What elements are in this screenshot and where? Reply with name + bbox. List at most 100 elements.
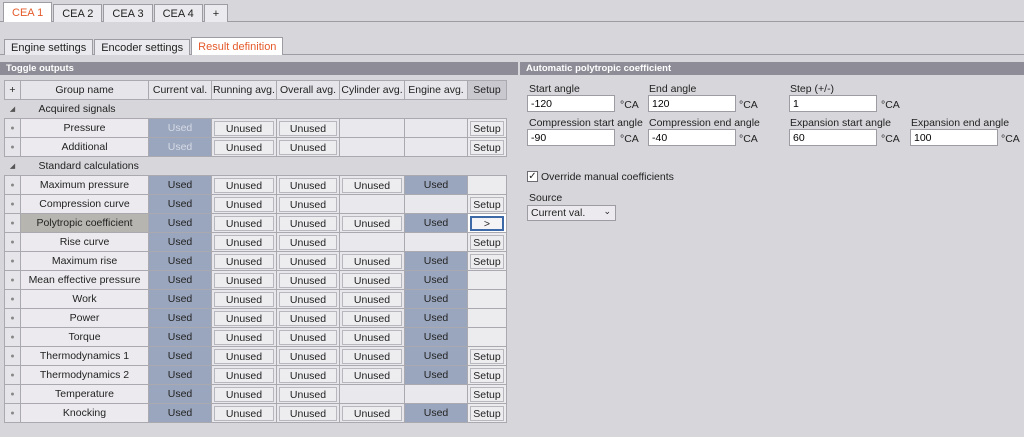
- group-name-cell[interactable]: Knocking: [20, 403, 149, 423]
- col-header-engine-avg[interactable]: Engine avg.: [404, 80, 468, 100]
- cell-current-val[interactable]: Used: [148, 118, 212, 138]
- step-input[interactable]: [789, 95, 877, 112]
- toggle-unused-button[interactable]: Unused: [214, 310, 274, 326]
- toggle-unused-button[interactable]: Unused: [214, 120, 274, 136]
- toggle-unused-button[interactable]: Unused: [214, 348, 274, 364]
- setup-button[interactable]: Setup: [470, 348, 504, 364]
- group-name-cell[interactable]: Maximum rise: [20, 251, 149, 271]
- toggle-unused-button[interactable]: Unused: [214, 196, 274, 212]
- row-handle-icon[interactable]: ●: [4, 346, 21, 366]
- cell-current-val[interactable]: Used: [148, 365, 212, 385]
- tab-engine-settings[interactable]: Engine settings: [4, 39, 94, 55]
- cell-current-val[interactable]: Used: [148, 346, 212, 366]
- compression-start-input[interactable]: [527, 129, 615, 146]
- row-handle-icon[interactable]: ●: [4, 137, 21, 157]
- toggle-unused-button[interactable]: Unused: [342, 291, 402, 307]
- toggle-unused-button[interactable]: Unused: [214, 405, 274, 421]
- col-header-cylinder-avg[interactable]: Cylinder avg.: [339, 80, 405, 100]
- group-name-cell[interactable]: Torque: [20, 327, 149, 347]
- toggle-unused-button[interactable]: Unused: [342, 310, 402, 326]
- cell-current-val[interactable]: Used: [148, 384, 212, 404]
- compression-end-input[interactable]: [648, 129, 736, 146]
- col-header-current-val[interactable]: Current val.: [148, 80, 212, 100]
- end-angle-input[interactable]: [648, 95, 736, 112]
- toggle-unused-button[interactable]: Unused: [214, 234, 274, 250]
- cell-engine-avg[interactable]: Used: [404, 289, 468, 309]
- group-name-cell[interactable]: Work: [20, 289, 149, 309]
- group-name-cell[interactable]: Thermodynamics 1: [20, 346, 149, 366]
- setup-button[interactable]: Setup: [470, 196, 504, 212]
- setup-button[interactable]: Setup: [470, 139, 504, 155]
- toggle-unused-button[interactable]: Unused: [279, 272, 337, 288]
- cell-current-val[interactable]: Used: [148, 327, 212, 347]
- cell-engine-avg[interactable]: Used: [404, 213, 468, 233]
- cell-current-val[interactable]: Used: [148, 308, 212, 328]
- group-name-cell[interactable]: Thermodynamics 2: [20, 365, 149, 385]
- toggle-unused-button[interactable]: Unused: [214, 272, 274, 288]
- toggle-unused-button[interactable]: Unused: [279, 367, 337, 383]
- row-handle-icon[interactable]: ●: [4, 327, 21, 347]
- toggle-unused-button[interactable]: Unused: [342, 367, 402, 383]
- tab-cea-4[interactable]: CEA 4: [153, 4, 203, 22]
- toggle-unused-button[interactable]: Unused: [342, 272, 402, 288]
- expansion-end-input[interactable]: [910, 129, 998, 146]
- toggle-unused-button[interactable]: Unused: [279, 405, 337, 421]
- group-name-cell[interactable]: Temperature: [20, 384, 149, 404]
- group-name-cell[interactable]: Mean effective pressure: [20, 270, 149, 290]
- toggle-unused-button[interactable]: Unused: [279, 196, 337, 212]
- row-handle-icon[interactable]: ●: [4, 384, 21, 404]
- toggle-unused-button[interactable]: Unused: [342, 253, 402, 269]
- toggle-unused-button[interactable]: Unused: [279, 348, 337, 364]
- group-name-cell[interactable]: Additional: [20, 137, 149, 157]
- toggle-unused-button[interactable]: Unused: [214, 177, 274, 193]
- row-handle-icon[interactable]: ●: [4, 403, 21, 423]
- tab-cea-2[interactable]: CEA 2: [53, 4, 103, 22]
- row-handle-icon[interactable]: ●: [4, 175, 21, 195]
- row-handle-icon[interactable]: ●: [4, 365, 21, 385]
- toggle-unused-button[interactable]: Unused: [214, 253, 274, 269]
- cell-engine-avg[interactable]: Used: [404, 346, 468, 366]
- cell-current-val[interactable]: Used: [148, 213, 212, 233]
- col-header-group-name[interactable]: Group name: [20, 80, 149, 100]
- override-manual-label[interactable]: Override manual coefficients: [541, 171, 674, 183]
- source-dropdown[interactable]: Current val. ⌄: [527, 205, 616, 221]
- cell-current-val[interactable]: Used: [148, 232, 212, 252]
- add-row-button[interactable]: +: [4, 80, 21, 100]
- toggle-unused-button[interactable]: Unused: [279, 234, 337, 250]
- setup-button[interactable]: Setup: [470, 386, 504, 402]
- group-name-cell[interactable]: Compression curve: [20, 194, 149, 214]
- toggle-unused-button[interactable]: Unused: [342, 329, 402, 345]
- cell-current-val[interactable]: Used: [148, 251, 212, 271]
- toggle-unused-button[interactable]: Unused: [214, 139, 274, 155]
- toggle-unused-button[interactable]: Unused: [214, 367, 274, 383]
- toggle-unused-button[interactable]: Unused: [279, 253, 337, 269]
- toggle-unused-button[interactable]: Unused: [279, 310, 337, 326]
- col-header-setup[interactable]: Setup: [467, 80, 507, 100]
- start-angle-input[interactable]: [527, 95, 615, 112]
- setup-button[interactable]: Setup: [470, 234, 504, 250]
- cell-current-val[interactable]: Used: [148, 403, 212, 423]
- row-handle-icon[interactable]: ●: [4, 308, 21, 328]
- toggle-unused-button[interactable]: Unused: [279, 177, 337, 193]
- cell-current-val[interactable]: Used: [148, 137, 212, 157]
- toggle-unused-button[interactable]: Unused: [214, 386, 274, 402]
- expansion-start-input[interactable]: [789, 129, 877, 146]
- row-handle-icon[interactable]: ●: [4, 289, 21, 309]
- row-handle-icon[interactable]: ●: [4, 232, 21, 252]
- row-handle-icon[interactable]: ●: [4, 270, 21, 290]
- toggle-unused-button[interactable]: Unused: [279, 386, 337, 402]
- toggle-unused-button[interactable]: Unused: [279, 120, 337, 136]
- toggle-unused-button[interactable]: Unused: [342, 177, 402, 193]
- override-manual-checkbox[interactable]: ✓: [527, 171, 538, 182]
- toggle-unused-button[interactable]: Unused: [279, 329, 337, 345]
- toggle-unused-button[interactable]: Unused: [214, 329, 274, 345]
- col-header-running-avg[interactable]: Running avg.: [211, 80, 277, 100]
- setup-button[interactable]: Setup: [470, 405, 504, 421]
- cell-engine-avg[interactable]: Used: [404, 365, 468, 385]
- setup-button[interactable]: Setup: [470, 253, 504, 269]
- tab-cea-3[interactable]: CEA 3: [103, 4, 153, 22]
- group-name-cell[interactable]: Polytropic coefficient: [20, 213, 149, 233]
- toggle-unused-button[interactable]: Unused: [279, 291, 337, 307]
- tab-result-definition[interactable]: Result definition: [191, 37, 284, 55]
- col-header-overall-avg[interactable]: Overall avg.: [276, 80, 340, 100]
